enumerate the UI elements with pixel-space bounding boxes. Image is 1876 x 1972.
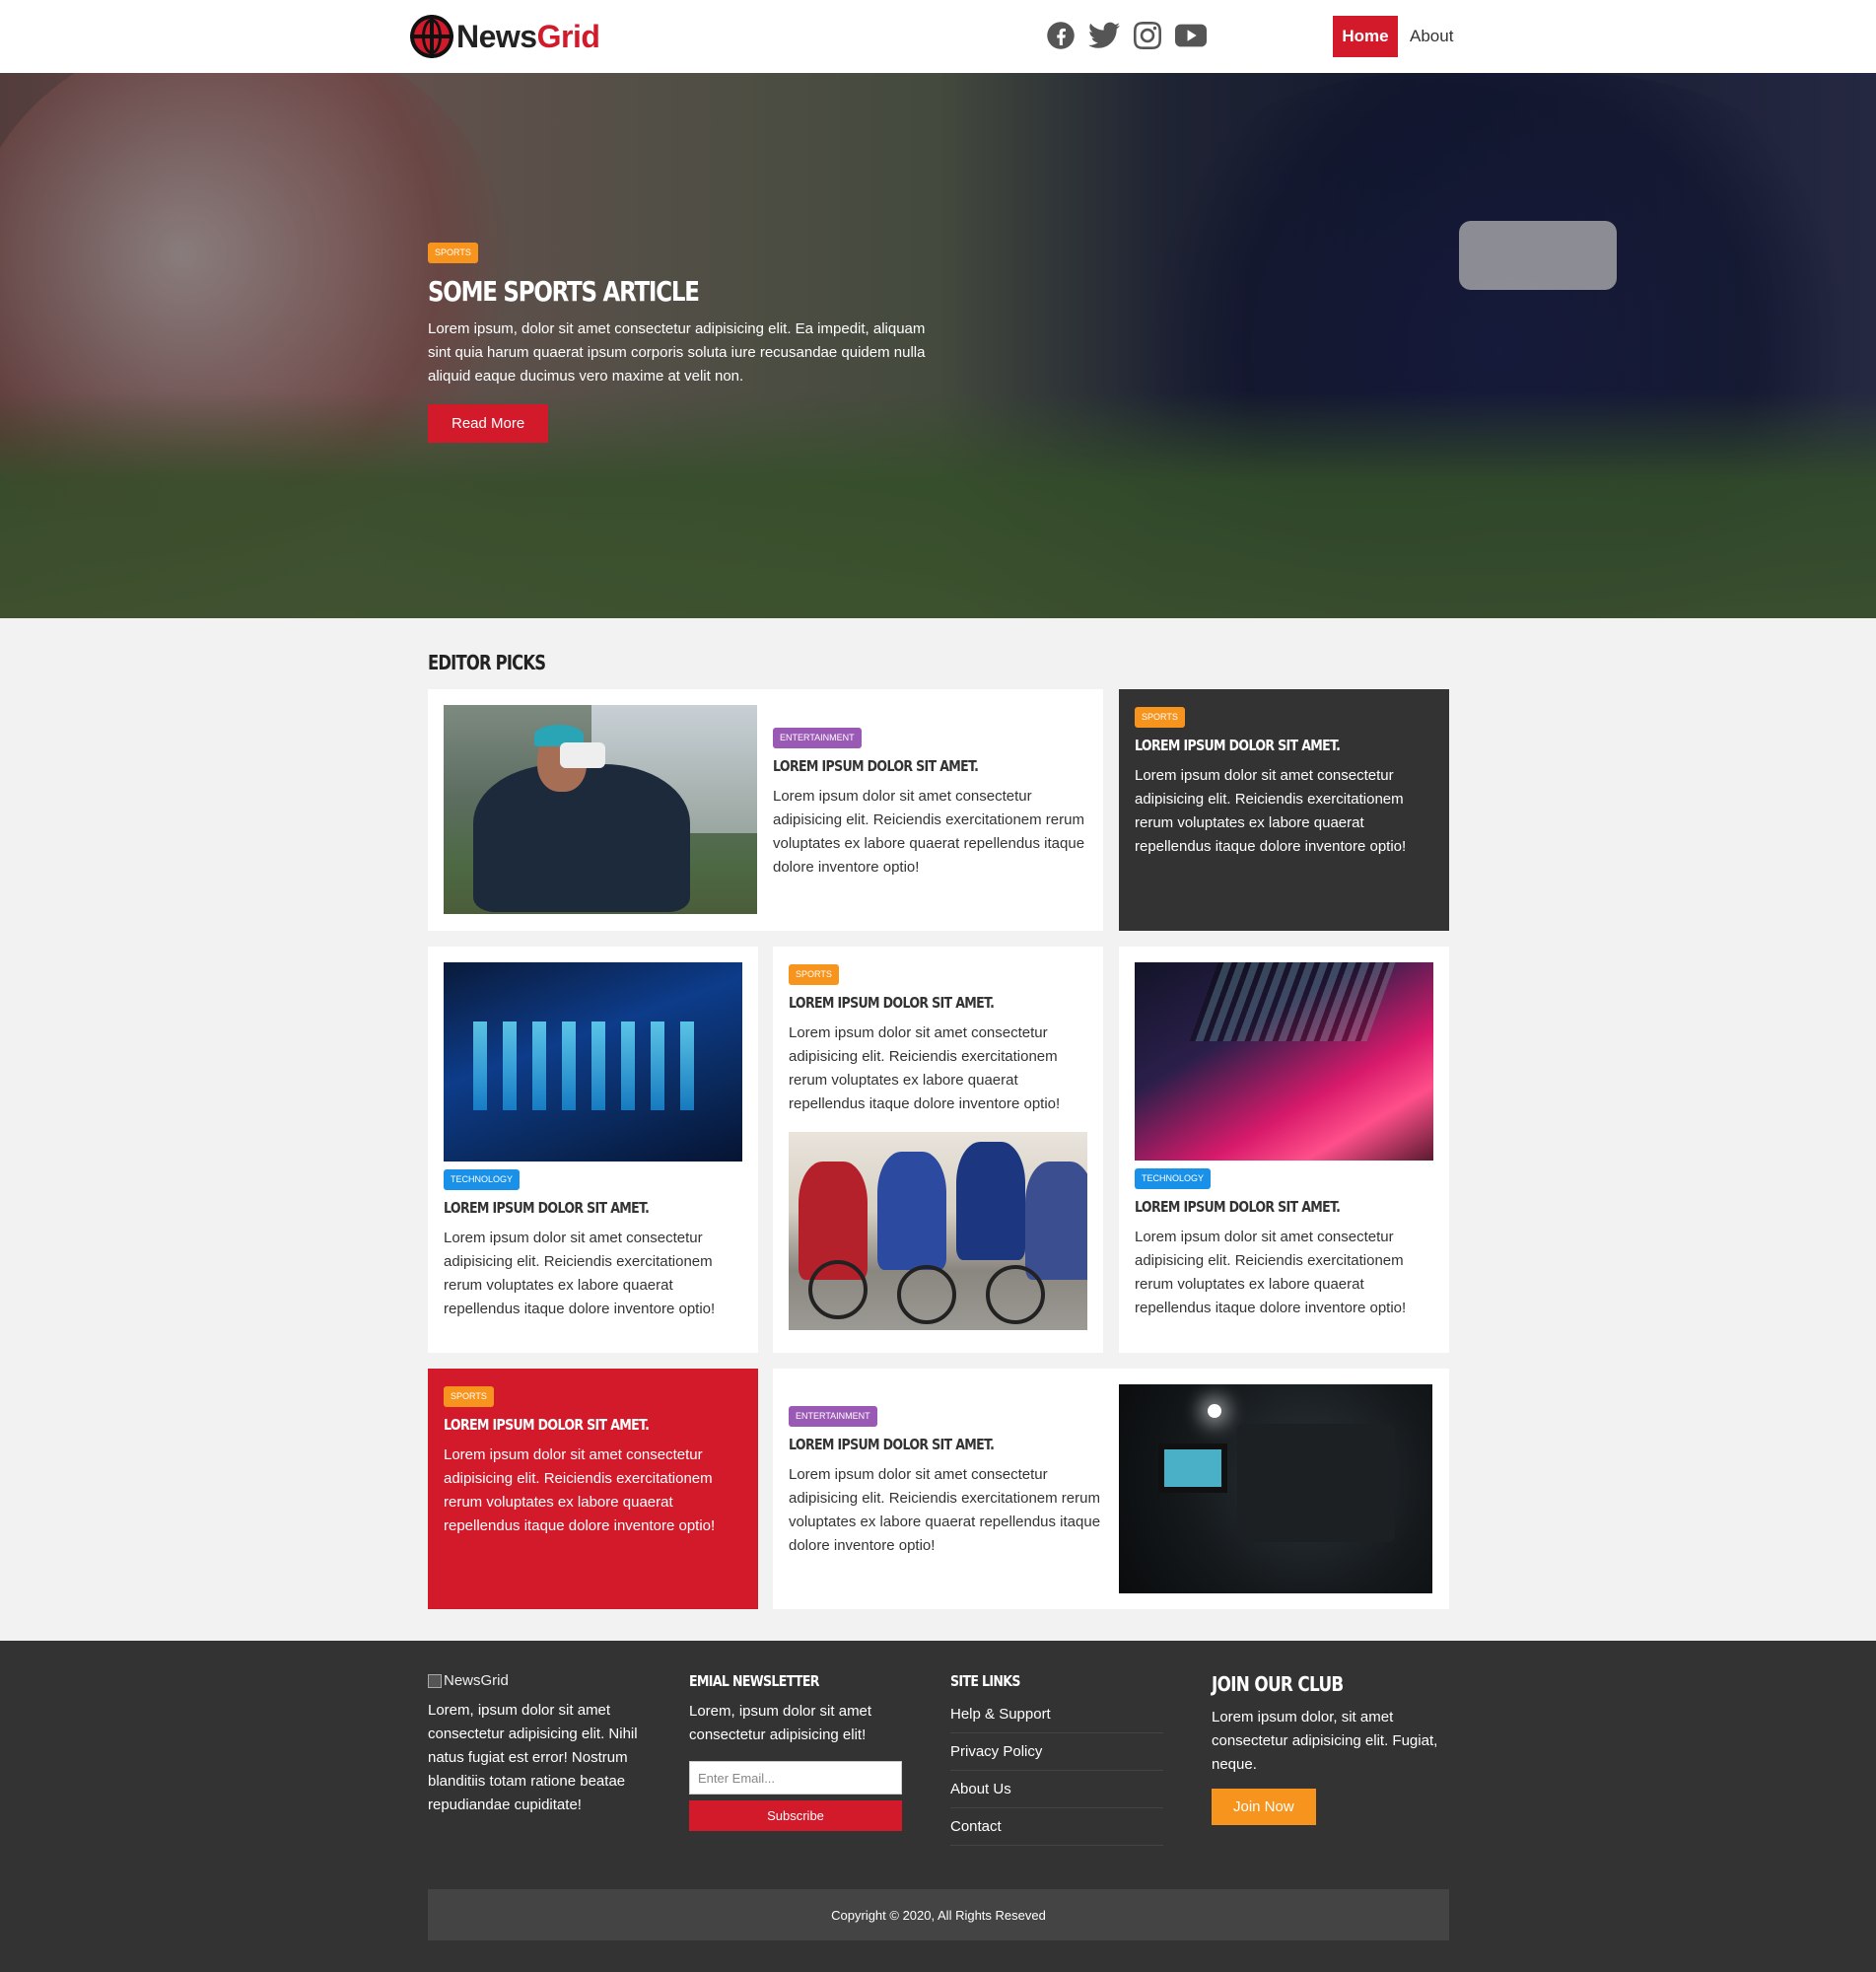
image-icon	[428, 1673, 442, 1688]
footer-about-text: Lorem, ipsum dolor sit amet consectetur …	[428, 1702, 638, 1813]
footer-site-links: SITE LINKS Help & Support Privacy Policy…	[950, 1672, 1177, 1846]
article-excerpt: Lorem ipsum dolor sit amet consectetur a…	[1135, 1229, 1407, 1316]
youtube-icon[interactable]	[1175, 18, 1207, 53]
article-card[interactable]: ENTERTAINMENT LOREM IPSUM DOLOR SIT AMET…	[428, 689, 1103, 931]
join-now-button[interactable]: Join Now	[1212, 1789, 1316, 1825]
footer-link-about[interactable]: About Us	[950, 1771, 1163, 1808]
category-tag[interactable]: ENTERTAINMENT	[773, 728, 862, 748]
social-links	[1045, 18, 1207, 53]
copyright-bar: Copyright © 2020, All Rights Reseved	[428, 1889, 1449, 1940]
hero-title: SOME SPORTS ARTICLE	[428, 275, 700, 308]
read-more-button[interactable]: Read More	[428, 404, 549, 443]
article-excerpt: Lorem ipsum dolor sit amet consectetur a…	[773, 788, 1085, 876]
hero-text: Lorem ipsum, dolor sit amet consectetur …	[428, 320, 926, 385]
site-header: NewsGrid Home About	[0, 0, 1876, 73]
article-image	[1135, 962, 1433, 1161]
article-image	[444, 962, 742, 1162]
footer-club: JOIN OUR CLUB Lorem ipsum dolor, sit ame…	[1212, 1672, 1438, 1825]
facebook-icon[interactable]	[1045, 18, 1077, 53]
article-card[interactable]: SPORTS LOREM IPSUM DOLOR SIT AMET. Lorem…	[428, 1369, 758, 1609]
nav-home[interactable]: Home	[1333, 16, 1398, 57]
article-title[interactable]: LOREM IPSUM DOLOR SIT AMET.	[444, 1199, 700, 1217]
article-image	[789, 1132, 1087, 1330]
category-tag[interactable]: SPORTS	[428, 243, 478, 263]
article-title[interactable]: LOREM IPSUM DOLOR SIT AMET.	[773, 757, 1038, 775]
hero-content: SPORTS SOME SPORTS ARTICLE Lorem ipsum, …	[428, 243, 940, 443]
article-excerpt: Lorem ipsum dolor sit amet consectetur a…	[444, 1230, 716, 1317]
newsletter-text: Lorem, ipsum dolor sit amet consectetur …	[689, 1703, 872, 1743]
hero-banner: SPORTS SOME SPORTS ARTICLE Lorem ipsum, …	[0, 73, 1876, 618]
article-card[interactable]: SPORTS LOREM IPSUM DOLOR SIT AMET. Lorem…	[773, 947, 1103, 1353]
section-title: EDITOR PICKS	[428, 651, 546, 674]
article-title[interactable]: LOREM IPSUM DOLOR SIT AMET.	[789, 994, 1045, 1012]
footer-logo[interactable]: NewsGrid	[428, 1672, 655, 1689]
nav-about[interactable]: About	[1398, 16, 1465, 57]
globe-icon	[410, 15, 453, 58]
article-excerpt: Lorem ipsum dolor sit amet consectetur a…	[1135, 767, 1407, 855]
instagram-icon[interactable]	[1132, 18, 1163, 53]
club-title: JOIN OUR CLUB	[1212, 1672, 1344, 1696]
article-card[interactable]: SPORTS LOREM IPSUM DOLOR SIT AMET. Lorem…	[1119, 689, 1449, 931]
twitter-icon[interactable]	[1088, 18, 1120, 53]
article-excerpt: Lorem ipsum dolor sit amet consectetur a…	[444, 1446, 716, 1534]
main-nav: Home About	[1333, 16, 1465, 57]
site-links-title: SITE LINKS	[950, 1672, 1020, 1690]
article-image	[444, 705, 757, 914]
logo-text: NewsGrid	[456, 18, 600, 54]
email-input[interactable]: Enter Email...	[689, 1761, 902, 1795]
article-image	[1119, 1384, 1432, 1593]
category-tag[interactable]: ENTERTAINMENT	[789, 1406, 877, 1427]
category-tag[interactable]: TECHNOLOGY	[444, 1169, 521, 1190]
category-tag[interactable]: TECHNOLOGY	[1135, 1168, 1212, 1189]
site-logo[interactable]: NewsGrid	[410, 14, 600, 59]
footer-newsletter: EMIAL NEWSLETTER Lorem, ipsum dolor sit …	[689, 1672, 916, 1831]
article-card[interactable]: TECHNOLOGY LOREM IPSUM DOLOR SIT AMET. L…	[1119, 947, 1449, 1353]
category-tag[interactable]: SPORTS	[789, 964, 839, 985]
footer-link-privacy[interactable]: Privacy Policy	[950, 1733, 1163, 1771]
article-title[interactable]: LOREM IPSUM DOLOR SIT AMET.	[444, 1416, 700, 1434]
article-excerpt: Lorem ipsum dolor sit amet consectetur a…	[789, 1466, 1101, 1554]
article-title[interactable]: LOREM IPSUM DOLOR SIT AMET.	[1135, 1198, 1391, 1216]
category-tag[interactable]: SPORTS	[1135, 707, 1185, 728]
article-excerpt: Lorem ipsum dolor sit amet consectetur a…	[789, 1024, 1061, 1112]
article-title[interactable]: LOREM IPSUM DOLOR SIT AMET.	[789, 1436, 1054, 1453]
footer-about: NewsGrid Lorem, ipsum dolor sit amet con…	[428, 1672, 655, 1817]
footer-link-help[interactable]: Help & Support	[950, 1696, 1163, 1733]
club-text: Lorem ipsum dolor, sit amet consectetur …	[1212, 1709, 1438, 1773]
article-card[interactable]: ENTERTAINMENT LOREM IPSUM DOLOR SIT AMET…	[773, 1369, 1449, 1609]
article-card[interactable]: TECHNOLOGY LOREM IPSUM DOLOR SIT AMET. L…	[428, 947, 758, 1353]
footer-link-contact[interactable]: Contact	[950, 1808, 1163, 1846]
subscribe-button[interactable]: Subscribe	[689, 1800, 902, 1831]
article-title[interactable]: LOREM IPSUM DOLOR SIT AMET.	[1135, 737, 1391, 754]
newsletter-title: EMIAL NEWSLETTER	[689, 1672, 819, 1690]
category-tag[interactable]: SPORTS	[444, 1386, 494, 1407]
